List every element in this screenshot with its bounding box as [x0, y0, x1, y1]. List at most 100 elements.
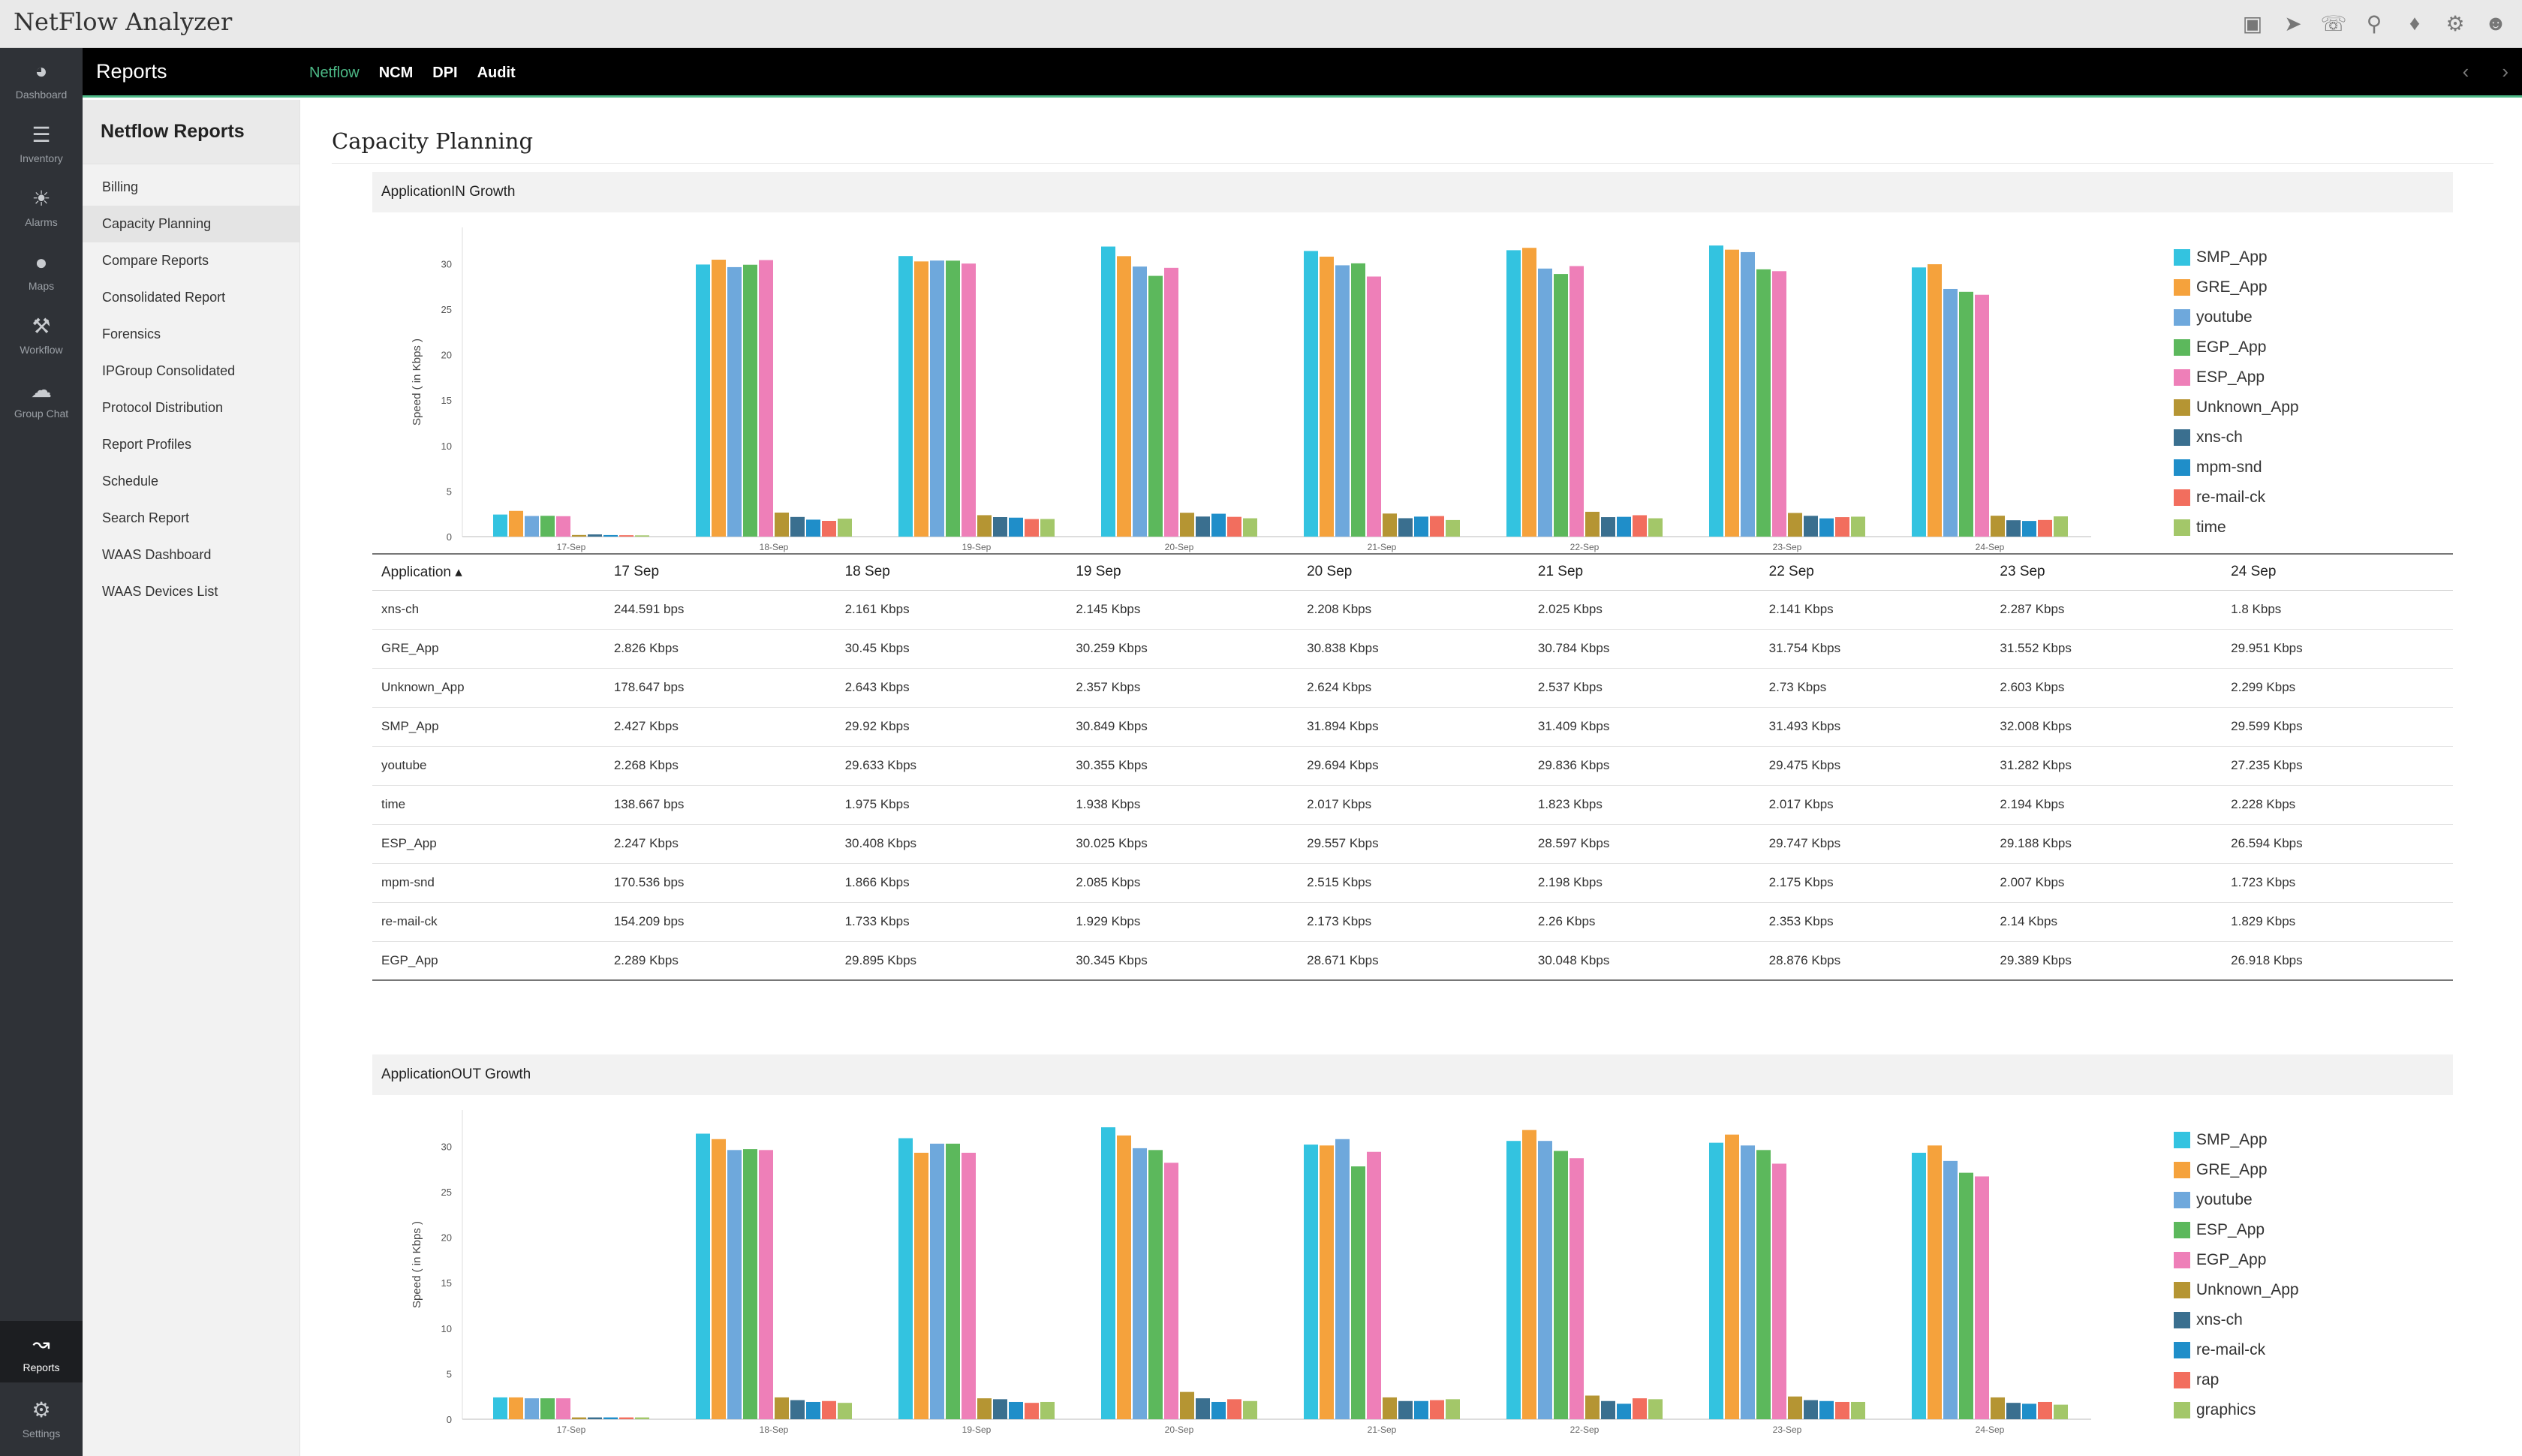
legend-item-egp-app[interactable]: EGP_App [2174, 332, 2299, 362]
bar-re-mail-ck-24-sep[interactable] [2038, 519, 2052, 537]
bar-esp-app-19-sep[interactable] [962, 263, 976, 537]
bar-esp-app-22-sep[interactable] [1554, 1151, 1568, 1419]
bar-smp-app-20-sep[interactable] [1101, 1127, 1115, 1419]
bar-gre-app-23-sep[interactable] [1725, 249, 1739, 537]
bar-rap-22-sep[interactable] [1633, 1398, 1647, 1419]
bar-youtube-23-sep[interactable] [1741, 251, 1755, 537]
bar-xns-ch-21-sep[interactable] [1398, 1400, 1413, 1419]
bar-re-mail-ck-19-sep[interactable] [1025, 519, 1039, 537]
bar-time-24-sep[interactable] [2054, 516, 2068, 537]
bar-re-mail-ck-19-sep[interactable] [1009, 1401, 1023, 1419]
bar-gre-app-20-sep[interactable] [1117, 1135, 1131, 1419]
bar-unknown-app-23-sep[interactable] [1788, 513, 1802, 537]
bar-esp-app-20-sep[interactable] [1148, 1150, 1163, 1419]
bar-egp-app-19-sep[interactable] [946, 260, 960, 537]
bar-unknown-app-20-sep[interactable] [1180, 1391, 1194, 1419]
monitor-icon[interactable]: ▣ [2240, 11, 2265, 36]
bar-esp-app-20-sep[interactable] [1164, 267, 1178, 537]
bar-re-mail-ck-20-sep[interactable] [1211, 1401, 1226, 1419]
legend-item-re-mail-ck[interactable]: re-mail-ck [2174, 483, 2299, 513]
bar-smp-app-23-sep[interactable] [1709, 245, 1723, 537]
bar-time-21-sep[interactable] [1446, 519, 1460, 537]
bar-youtube-18-sep[interactable] [727, 1150, 742, 1419]
bar-mpm-snd-21-sep[interactable] [1414, 516, 1428, 537]
tab-audit[interactable]: Audit [477, 65, 516, 82]
bar-esp-app-23-sep[interactable] [1772, 271, 1786, 537]
bar-gre-app-24-sep[interactable] [1928, 264, 1942, 537]
bar-egp-app-19-sep[interactable] [962, 1152, 976, 1419]
nav-group-chat[interactable]: ☁ Group Chat [0, 367, 83, 429]
bar-egp-app-22-sep[interactable] [1554, 274, 1568, 537]
rocket-icon[interactable]: ➤ [2280, 11, 2306, 36]
subnav-item-capacity-planning[interactable]: Capacity Planning [83, 206, 299, 242]
bar-smp-app-19-sep[interactable] [898, 256, 913, 537]
subnav-item-compare-reports[interactable]: Compare Reports [83, 242, 299, 279]
chevron-left-icon[interactable]: ‹ [2463, 60, 2469, 83]
column-header-18-sep[interactable]: 18 Sep [835, 554, 1067, 591]
bar-esp-app-22-sep[interactable] [1569, 266, 1584, 537]
bar-unknown-app-18-sep[interactable] [775, 1397, 789, 1419]
bar-xns-ch-19-sep[interactable] [993, 517, 1007, 537]
bar-smp-app-22-sep[interactable] [1506, 250, 1521, 537]
bar-xns-ch-18-sep[interactable] [790, 516, 805, 537]
bar-re-mail-ck-20-sep[interactable] [1227, 516, 1241, 537]
bar-xns-ch-22-sep[interactable] [1601, 517, 1615, 537]
bar-youtube-24-sep[interactable] [1943, 288, 1958, 537]
bar-smp-app-18-sep[interactable] [696, 1133, 710, 1419]
subnav-item-protocol-distribution[interactable]: Protocol Distribution [83, 390, 299, 426]
legend-item-egp-app[interactable]: EGP_App [2174, 1245, 2299, 1275]
bar-youtube-19-sep[interactable] [930, 260, 944, 537]
bar-gre-app-22-sep[interactable] [1522, 248, 1536, 537]
bar-gre-app-24-sep[interactable] [1928, 1145, 1942, 1419]
headset-icon[interactable]: ☏ [2321, 11, 2347, 36]
bar-egp-app-20-sep[interactable] [1164, 1163, 1178, 1419]
bar-xns-ch-17-sep[interactable] [588, 1417, 602, 1419]
bar-egp-app-20-sep[interactable] [1148, 275, 1163, 537]
bar-xns-ch-22-sep[interactable] [1601, 1400, 1615, 1419]
bar-esp-app-24-sep[interactable] [1959, 1172, 1973, 1419]
bar-re-mail-ck-24-sep[interactable] [2022, 1403, 2036, 1419]
bar-xns-ch-20-sep[interactable] [1196, 516, 1210, 537]
bar-xns-ch-18-sep[interactable] [790, 1400, 805, 1419]
legend-item-unknown-app[interactable]: Unknown_App [2174, 1275, 2299, 1305]
bar-gre-app-21-sep[interactable] [1320, 256, 1334, 537]
bar-re-mail-ck-18-sep[interactable] [806, 1401, 820, 1419]
bar-xns-ch-24-sep[interactable] [2006, 1403, 2021, 1419]
bar-gre-app-22-sep[interactable] [1522, 1130, 1536, 1419]
bar-re-mail-ck-22-sep[interactable] [1633, 515, 1647, 537]
user-icon[interactable]: ☻ [2483, 11, 2508, 36]
bar-gre-app-20-sep[interactable] [1117, 256, 1131, 537]
tab-netflow[interactable]: Netflow [309, 65, 360, 82]
chevron-right-icon[interactable]: › [2502, 60, 2508, 83]
bar-smp-app-20-sep[interactable] [1101, 246, 1115, 537]
bar-re-mail-ck-23-sep[interactable] [1835, 517, 1849, 537]
gear-icon[interactable]: ⚙ [2442, 11, 2468, 36]
bar-graphics-17-sep[interactable] [635, 1417, 649, 1419]
bar-unknown-app-23-sep[interactable] [1788, 1396, 1802, 1419]
bar-time-22-sep[interactable] [1648, 518, 1663, 537]
bar-re-mail-ck-23-sep[interactable] [1819, 1400, 1834, 1419]
bar-egp-app-21-sep[interactable] [1367, 1151, 1381, 1419]
bar-esp-app-17-sep[interactable] [540, 1398, 555, 1419]
bar-graphics-21-sep[interactable] [1446, 1399, 1460, 1419]
bar-unknown-app-21-sep[interactable] [1383, 1397, 1397, 1419]
bar-mpm-snd-18-sep[interactable] [806, 519, 820, 537]
subnav-item-consolidated-report[interactable]: Consolidated Report [83, 279, 299, 316]
bar-youtube-20-sep[interactable] [1133, 1148, 1147, 1419]
bar-smp-app-24-sep[interactable] [1912, 1152, 1926, 1419]
bar-unknown-app-21-sep[interactable] [1383, 513, 1397, 537]
bar-time-18-sep[interactable] [838, 519, 852, 537]
bar-time-19-sep[interactable] [1040, 519, 1055, 537]
bar-egp-app-24-sep[interactable] [1975, 1176, 1989, 1419]
nav-settings[interactable]: ⚙ Settings [0, 1387, 83, 1448]
column-header-24-sep[interactable]: 24 Sep [2222, 554, 2453, 591]
bar-youtube-17-sep[interactable] [525, 1398, 539, 1419]
bar-re-mail-ck-21-sep[interactable] [1414, 1400, 1428, 1419]
subnav-item-waas-dashboard[interactable]: WAAS Dashboard [83, 537, 299, 573]
legend-item-xns-ch[interactable]: xns-ch [2174, 1305, 2299, 1335]
bar-rap-18-sep[interactable] [822, 1400, 836, 1419]
bar-gre-app-19-sep[interactable] [914, 1152, 928, 1419]
bar-re-mail-ck-18-sep[interactable] [822, 521, 836, 537]
bar-youtube-17-sep[interactable] [525, 516, 539, 537]
bar-graphics-20-sep[interactable] [1243, 1400, 1257, 1419]
